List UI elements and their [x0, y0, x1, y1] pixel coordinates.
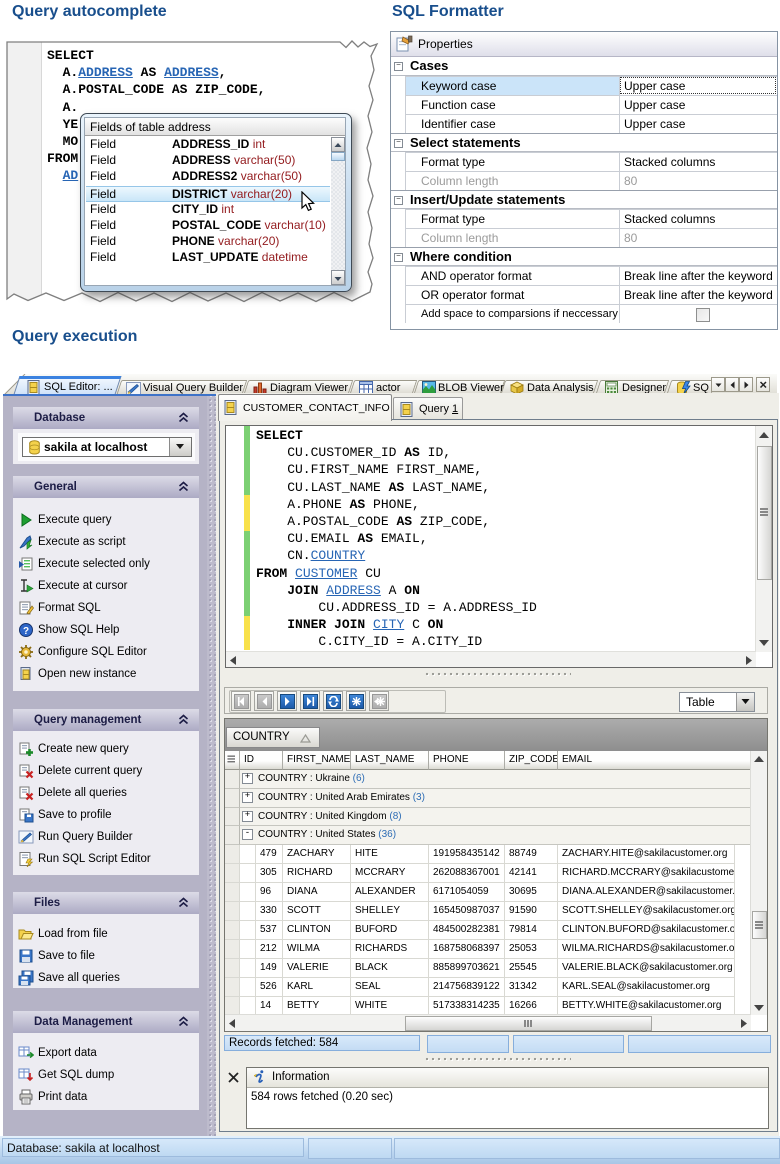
- svg-text:?: ?: [23, 626, 29, 637]
